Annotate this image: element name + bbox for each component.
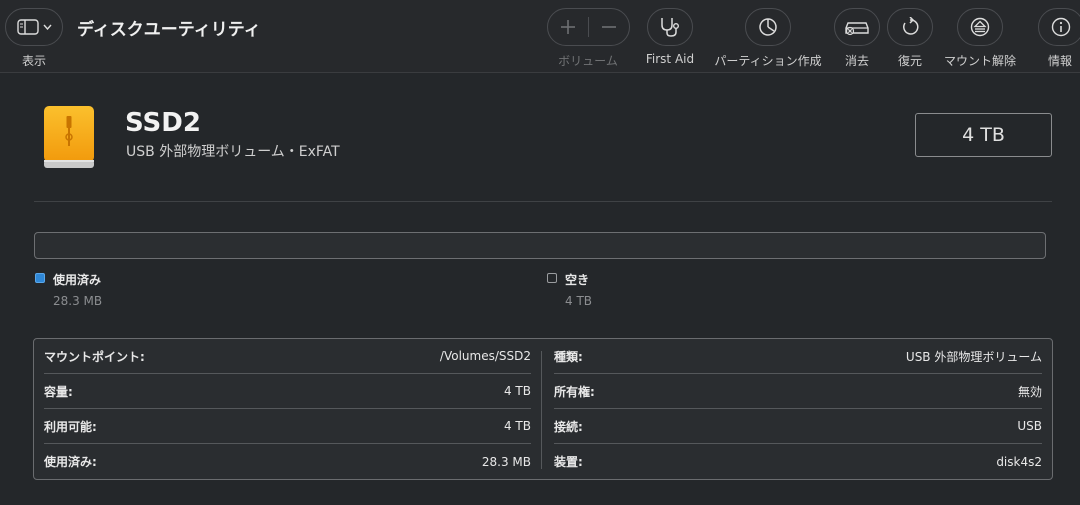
first-aid-label: First Aid (645, 52, 695, 66)
info-key: 利用可能: (44, 419, 97, 434)
volume-button-group (547, 8, 630, 46)
external-drive-icon (42, 104, 96, 170)
first-aid-button[interactable] (647, 8, 693, 46)
stethoscope-icon (658, 16, 682, 38)
info-key: マウントポイント: (44, 349, 145, 364)
info-button[interactable] (1038, 8, 1080, 46)
info-value: 無効 (1017, 384, 1042, 399)
partition-label: パーティション作成 (714, 54, 822, 68)
info-icon (1051, 17, 1071, 37)
unmount-label: マウント解除 (943, 54, 1017, 68)
info-row: 容量: 4 TB (44, 374, 531, 409)
disk-description: USB 外部物理ボリューム・ExFAT (126, 144, 340, 160)
add-volume-icon[interactable] (548, 19, 588, 35)
disk-capacity-box: 4 TB (915, 113, 1052, 157)
info-value: 28.3 MB (481, 454, 531, 469)
window-title: ディスクユーティリティ (77, 20, 261, 40)
partition-button[interactable] (745, 8, 791, 46)
view-label: 表示 (21, 54, 47, 68)
toolbar: 表示 ディスクユーティリティ ボリューム First Aid パーティション作成… (0, 0, 1080, 73)
usage-bar (34, 232, 1046, 259)
disk-name: SSD2 (125, 108, 201, 138)
info-key: 所有権: (554, 384, 595, 399)
info-value: 4 TB (503, 384, 531, 398)
info-column-separator (541, 351, 542, 469)
pie-chart-icon (758, 17, 778, 37)
info-value: disk4s2 (996, 454, 1042, 469)
info-key: 種類: (554, 349, 583, 364)
info-row: 所有権: 無効 (554, 374, 1042, 409)
info-row: 利用可能: 4 TB (44, 409, 531, 444)
info-column-left: マウントポイント: /Volumes/SSD2 容量: 4 TB 利用可能: 4 TB 使用… (34, 339, 541, 479)
chevron-down-icon (42, 24, 52, 30)
restore-label: 復元 (897, 54, 923, 68)
view-toggle-button[interactable] (5, 8, 63, 46)
erase-drive-icon (844, 18, 870, 36)
info-row: マウントポイント: /Volumes/SSD2 (44, 339, 531, 374)
disk-capacity: 4 TB (962, 124, 1005, 146)
info-row: 種類: USB 外部物理ボリューム (554, 339, 1042, 374)
info-key: 装置: (554, 455, 583, 469)
info-key: 使用済み: (44, 455, 97, 469)
restore-icon (900, 17, 920, 37)
volume-label: ボリューム (558, 54, 618, 68)
erase-label: 消去 (844, 54, 870, 68)
header-divider (34, 201, 1052, 202)
free-legend-label: 空き (565, 273, 590, 287)
info-label: 情報 (1047, 54, 1073, 68)
info-row: 使用済み: 28.3 MB (44, 444, 531, 479)
remove-volume-icon[interactable] (589, 19, 629, 35)
info-value: USB 外部物理ボリューム (905, 349, 1042, 364)
free-legend-swatch (547, 273, 557, 283)
eject-icon (970, 17, 990, 37)
used-legend-value: 28.3 MB (53, 294, 103, 308)
info-value: USB (1017, 419, 1042, 433)
restore-button[interactable] (887, 8, 933, 46)
sidebar-icon (16, 19, 39, 35)
free-legend-value: 4 TB (565, 294, 593, 308)
info-row: 接続: USB (554, 409, 1042, 444)
info-value: /Volumes/SSD2 (439, 349, 531, 363)
used-legend-swatch (35, 273, 45, 283)
unmount-button[interactable] (957, 8, 1003, 46)
info-row: 装置: disk4s2 (554, 444, 1042, 479)
info-column-right: 種類: USB 外部物理ボリューム所有権: 無効接続: USB 装置: disk4s2 (544, 339, 1052, 479)
used-legend-label: 使用済み (53, 273, 102, 287)
info-value: 4 TB (503, 419, 531, 433)
erase-button[interactable] (834, 8, 880, 46)
info-key: 容量: (44, 384, 73, 399)
info-table: マウントポイント: /Volumes/SSD2 容量: 4 TB 利用可能: 4 TB 使用… (33, 338, 1053, 480)
info-key: 接続: (554, 419, 583, 434)
